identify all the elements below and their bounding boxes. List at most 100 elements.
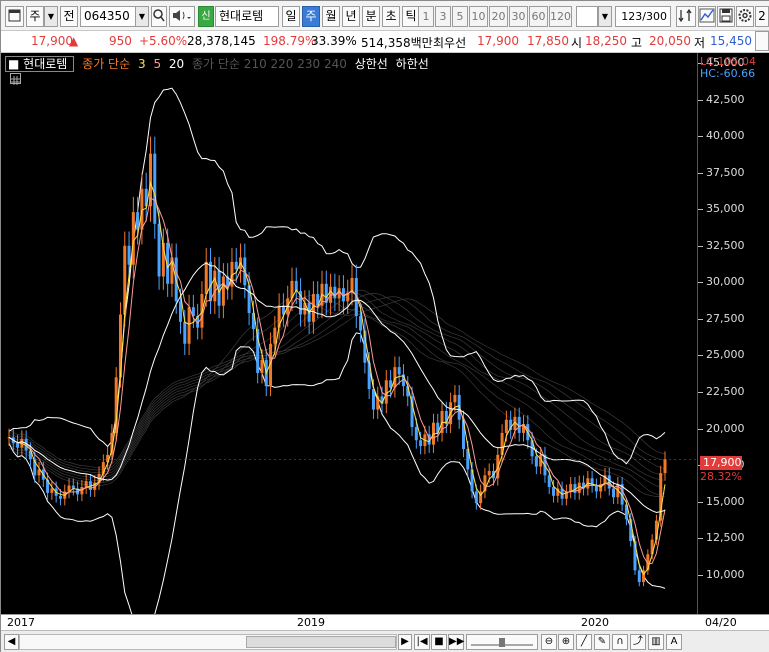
candle-body [153, 153, 157, 224]
interval-button-5[interactable]: 5 [452, 6, 468, 27]
tab-period-5[interactable]: 초 [382, 6, 400, 27]
current-price-tag: 17,900 [700, 456, 742, 470]
interval-dropdown-icon[interactable]: ▼ [598, 6, 612, 27]
gear-icon[interactable] [736, 6, 754, 27]
candle-body [569, 484, 573, 492]
change-arrow-icon: ▲ [69, 34, 79, 48]
legend-stock[interactable]: ■ 현대로템 [5, 56, 75, 72]
legend-upper-band[interactable]: 상한선 [355, 57, 388, 71]
count-value: 123 [621, 10, 643, 23]
interval-button-1[interactable]: 1 [418, 6, 434, 27]
zoom-button[interactable]: 2 [755, 6, 769, 27]
zoom-slider[interactable] [466, 634, 538, 650]
scrollbar-thumb[interactable] [246, 636, 396, 648]
stop-icon[interactable]: ■ [431, 634, 447, 650]
market-select[interactable]: 주 [26, 6, 44, 27]
sort-icon[interactable] [676, 6, 696, 27]
y-axis[interactable]: 10,00012,50015,00017,50020,00022,50025,0… [697, 53, 769, 614]
candle-body [127, 245, 131, 265]
interval-button-120[interactable]: 120 [549, 6, 572, 27]
candle-body [461, 419, 465, 450]
interval-button-3[interactable]: 3 [435, 6, 451, 27]
stock-name-field[interactable]: 현대로템 [215, 6, 279, 27]
type-select[interactable]: 전 [60, 6, 78, 27]
price-chart[interactable]: ■ 현대로템 종가 단순 3 5 20 종가 단순 210 220 230 24… [1, 53, 769, 614]
zoom-out-icon[interactable]: ⊖ [541, 634, 557, 650]
count-display[interactable]: 123/300 [615, 6, 671, 27]
y-tick-label: 40,000 [706, 129, 745, 143]
legend-ma3[interactable]: 3 [138, 57, 146, 71]
first-page-icon[interactable]: |◀ [414, 634, 430, 650]
candle-body [50, 488, 54, 493]
x-label-date: 04/20 [705, 616, 737, 629]
pen-icon[interactable]: ✎ [594, 634, 610, 650]
chart-legend: ■ 현대로템 종가 단순 3 5 20 종가 단순 210 220 230 24… [5, 55, 433, 72]
tab-period-4[interactable]: 분 [362, 6, 380, 27]
candle-body [157, 223, 161, 277]
draw-line-icon[interactable]: ╱ [576, 634, 592, 650]
scroll-left-icon[interactable]: ◀ [4, 634, 19, 650]
magnet-icon[interactable]: ∩ [612, 634, 628, 650]
interval-button-30[interactable]: 30 [509, 6, 528, 27]
text-tool-icon[interactable]: A [666, 634, 682, 650]
best-bid: 17,850 [527, 34, 569, 48]
candle-body [504, 419, 508, 433]
chart-canvas[interactable] [1, 53, 697, 614]
candle-body [183, 321, 187, 344]
tab-period-3[interactable]: 년 [342, 6, 360, 27]
interval-button-60[interactable]: 60 [529, 6, 548, 27]
y-tick-label: 30,000 [706, 275, 745, 289]
x-label-2017: 2017 [7, 616, 35, 629]
code-input[interactable]: 064350 [80, 6, 136, 27]
bottom-toolbar: ◀ ▶ |◀ ■ ▶▶ ⊖ ⊕ ╱ ✎ ∩ ⤴ ▥ A [1, 630, 769, 652]
candle-body [663, 459, 667, 474]
candle-body [371, 389, 375, 410]
quote-expand-button[interactable] [755, 31, 769, 51]
candle-body [607, 475, 611, 489]
tab-period-2[interactable]: 월 [322, 6, 340, 27]
search-icon[interactable] [151, 6, 167, 27]
legend-ma5[interactable]: 5 [153, 57, 161, 71]
y-tick-label: 35,000 [706, 202, 745, 216]
price-change-pct: +5.60% [139, 34, 188, 48]
market-dropdown-icon[interactable]: ▼ [44, 6, 58, 27]
custom-interval-input[interactable] [576, 6, 598, 27]
interval-button-20[interactable]: 20 [489, 6, 508, 27]
save-icon[interactable] [717, 6, 735, 27]
legend-ma-long[interactable]: 종가 단순 210 220 230 240 [192, 57, 347, 71]
y-tick-label: 27,500 [706, 311, 745, 325]
candle-body [612, 488, 616, 498]
interval-button-10[interactable]: 10 [469, 6, 488, 27]
tab-period-1[interactable]: 주 [302, 6, 320, 27]
scrollbar-track[interactable] [19, 634, 397, 650]
y-tick-label: 12,500 [706, 531, 745, 545]
compare-icon[interactable] [698, 6, 716, 27]
candle-body [209, 261, 213, 302]
trash-icon[interactable]: ▥ [648, 634, 664, 650]
sound-icon[interactable] [169, 6, 195, 27]
window-icon[interactable] [5, 6, 24, 27]
grid-toggle-icon[interactable] [10, 73, 21, 85]
candle-body [221, 276, 225, 306]
fast-forward-icon[interactable]: ▶▶ [448, 634, 464, 650]
y-tick-label: 42,500 [706, 92, 745, 106]
credit-flag-badge: 신 [198, 6, 214, 27]
candle-body [84, 481, 88, 488]
y-tick-mark [698, 99, 703, 101]
candle-body [260, 359, 264, 373]
volume-ratio: 198.79% [263, 34, 317, 48]
hc-indicator: HC:-60.66 [700, 67, 756, 80]
legend-lower-band[interactable]: 하한선 [396, 57, 429, 71]
scroll-right-icon[interactable]: ▶ [398, 634, 412, 650]
zoom-in-icon[interactable]: ⊕ [558, 634, 574, 650]
y-tick-mark [698, 136, 703, 138]
legend-ma-label[interactable]: 종가 단순 [82, 57, 130, 71]
trade-amount: 514,358백만 [361, 36, 433, 50]
candle-body [213, 270, 217, 302]
candle-body [397, 367, 401, 375]
best-ask: 17,900 [477, 34, 519, 48]
tab-period-0[interactable]: 일 [282, 6, 300, 27]
code-dropdown-icon[interactable]: ▼ [135, 6, 149, 27]
trend-icon[interactable]: ⤴ [630, 634, 646, 650]
legend-ma20[interactable]: 20 [169, 57, 184, 71]
